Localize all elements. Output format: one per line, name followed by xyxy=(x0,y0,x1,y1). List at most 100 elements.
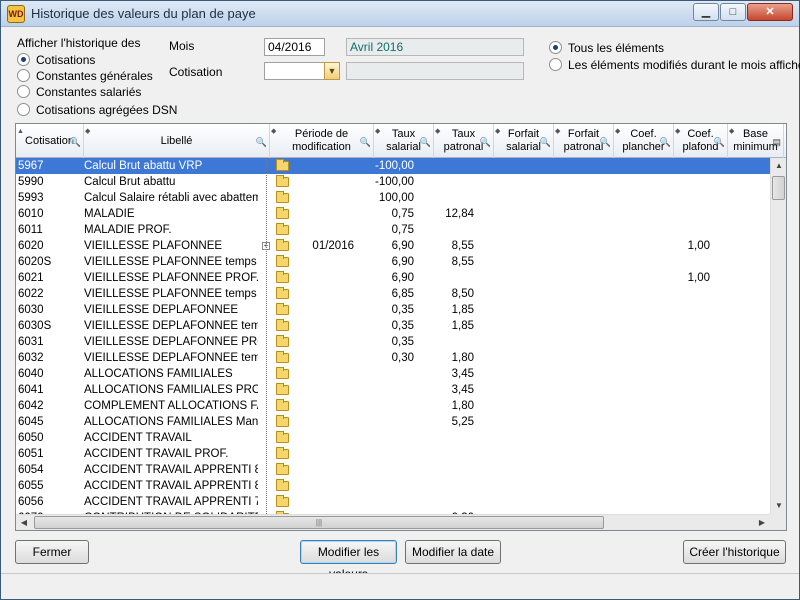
close-icon[interactable]: ✕ xyxy=(747,3,793,21)
search-icon[interactable]: 🔍 xyxy=(660,136,671,149)
column-header-taux-patronal[interactable]: ◆ Taux patronal 🔍 xyxy=(434,124,494,158)
minimize-icon[interactable]: ▁ xyxy=(693,3,719,21)
search-icon[interactable]: 🔍 xyxy=(540,136,551,149)
column-header-coef-plafond[interactable]: ◆ Coef. plafond 🔍 xyxy=(674,124,728,158)
sort-icon[interactable]: ◆ xyxy=(85,125,90,138)
table-row[interactable]: 5990 Calcul Brut abattu -100,00 xyxy=(16,174,770,190)
table-row[interactable]: 6030S VIEILLESSE DEPLAFONNEE temps 0,35 1,8… xyxy=(16,318,770,334)
search-icon[interactable]: 🔍 xyxy=(256,136,267,149)
folder-icon[interactable] xyxy=(276,175,289,187)
folder-icon[interactable] xyxy=(276,191,289,203)
radio-icon[interactable] xyxy=(549,58,562,72)
folder-icon[interactable] xyxy=(276,447,289,459)
radio-constantes-salaries[interactable]: Constantes salariés xyxy=(17,84,141,100)
folder-icon[interactable] xyxy=(276,319,289,331)
table-row[interactable]: 6021 VIEILLESSE PLAFONNEE PROF. 6,90 1,00 xyxy=(16,270,770,286)
folder-icon[interactable] xyxy=(276,415,289,427)
column-header-coef-plancher[interactable]: ◆ Coef. plancher 🔍 xyxy=(614,124,674,158)
table-row[interactable]: 6020 VIEILLESSE PLAFONNEE 01/2016 6,90 8,55 1… xyxy=(16,238,770,254)
creer-historique-button[interactable]: Créer l'historique xyxy=(683,540,786,564)
scroll-up-icon[interactable]: ▲ xyxy=(771,158,786,174)
column-header-libelle[interactable]: ◆ Libellé 🔍 xyxy=(84,124,270,158)
table-row[interactable]: 6040 ALLOCATIONS FAMILIALES 3,45 xyxy=(16,366,770,382)
maximize-icon[interactable]: □ xyxy=(720,3,746,21)
sort-icon[interactable]: ◆ xyxy=(615,125,620,138)
search-icon[interactable]: 🔍 xyxy=(70,136,81,149)
table-row[interactable]: 6056 ACCIDENT TRAVAIL APPRENTI 79 xyxy=(16,494,770,510)
folder-icon[interactable] xyxy=(276,495,289,507)
sort-icon[interactable]: ◆ xyxy=(375,125,380,138)
sort-icon[interactable]: ◆ xyxy=(271,125,276,138)
search-icon[interactable]: 🔍 xyxy=(420,136,431,149)
table-row[interactable]: 6030 VIEILLESSE DEPLAFONNEE 0,35 1,85 xyxy=(16,302,770,318)
radio-checked-icon[interactable] xyxy=(17,53,30,67)
table-row[interactable]: 6031 VIEILLESSE DEPLAFONNEE PROF 0,35 xyxy=(16,334,770,350)
table-row[interactable]: 6041 ALLOCATIONS FAMILIALES PROF. 3,45 xyxy=(16,382,770,398)
table-row[interactable]: 6020S VIEILLESSE PLAFONNEE temps pa 6,90 8,… xyxy=(16,254,770,270)
radio-icon[interactable] xyxy=(17,85,30,99)
table-row[interactable]: 6032 VIEILLESSE DEPLAFONNEE temps 0,30 1,80 xyxy=(16,350,770,366)
radio-icon[interactable] xyxy=(17,103,30,117)
search-icon[interactable]: 🔍 xyxy=(480,136,491,149)
table-row[interactable]: 6054 ACCIDENT TRAVAIL APPRENTI 87 xyxy=(16,462,770,478)
table-row[interactable]: 6055 ACCIDENT TRAVAIL APPRENTI 87 xyxy=(16,478,770,494)
column-header-periode[interactable]: ◆ Période de modification 🔍 xyxy=(270,124,374,158)
folder-icon[interactable] xyxy=(276,239,289,251)
chevron-down-icon[interactable]: ▼ xyxy=(324,62,340,80)
scrollbar-thumb[interactable]: ||| xyxy=(34,516,604,529)
table-row[interactable]: 6042 COMPLEMENT ALLOCATIONS FAM 1,80 xyxy=(16,398,770,414)
column-header-taux-salarial[interactable]: ◆ Taux salarial 🔍 xyxy=(374,124,434,158)
folder-icon[interactable] xyxy=(276,463,289,475)
folder-icon[interactable] xyxy=(276,159,289,171)
search-icon[interactable]: 🔍 xyxy=(360,136,371,149)
radio-checked-icon[interactable] xyxy=(549,41,562,55)
table-row[interactable]: 5993 Calcul Salaire rétabli avec abatteme… xyxy=(16,190,770,206)
folder-icon[interactable] xyxy=(276,271,289,283)
table-row[interactable]: 6011 MALADIE PROF. 0,75 xyxy=(16,222,770,238)
table-row[interactable]: 6022 VIEILLESSE PLAFONNEE temps pa 6,85 8,5… xyxy=(16,286,770,302)
table-row[interactable]: 6010 MALADIE 0,75 12,84 xyxy=(16,206,770,222)
sort-asc-icon[interactable]: ▲ xyxy=(17,125,24,138)
history-table[interactable]: ▲ Cotisation 🔍 ◆ Libellé 🔍 ◆ Période de … xyxy=(15,123,787,531)
table-options-icon[interactable]: ▤ xyxy=(772,136,781,149)
column-header-forfait-patronal[interactable]: ◆ Forfait patronal 🔍 xyxy=(554,124,614,158)
table-row[interactable]: 6050 ACCIDENT TRAVAIL xyxy=(16,430,770,446)
modifier-valeurs-button[interactable]: Modifier les valeurs xyxy=(300,540,397,581)
scroll-left-icon[interactable]: ◀ xyxy=(16,515,32,530)
cotisation-combo[interactable] xyxy=(264,62,326,80)
folder-icon[interactable] xyxy=(276,255,289,267)
folder-icon[interactable] xyxy=(276,383,289,395)
horizontal-scrollbar[interactable]: ◀ ||| ▶ xyxy=(16,514,770,530)
folder-icon[interactable] xyxy=(276,367,289,379)
sort-icon[interactable]: ◆ xyxy=(555,125,560,138)
column-header-base-minimum[interactable]: ◆ Base minimum ▤ xyxy=(728,124,784,158)
sort-icon[interactable]: ◆ xyxy=(675,125,680,138)
folder-icon[interactable] xyxy=(276,431,289,443)
table-row[interactable]: 6045 ALLOCATIONS FAMILIALES Manda 5,25 xyxy=(16,414,770,430)
table-row[interactable]: 6051 ACCIDENT TRAVAIL PROF. xyxy=(16,446,770,462)
radio-cotisations-dsn[interactable]: Cotisations agrégées DSN xyxy=(17,102,177,118)
scroll-right-icon[interactable]: ▶ xyxy=(754,515,770,530)
folder-icon[interactable] xyxy=(276,351,289,363)
radio-elements-modifies[interactable]: Les éléments modifiés durant le mois aff… xyxy=(549,57,800,73)
scrollbar-thumb[interactable] xyxy=(772,176,785,200)
sort-icon[interactable]: ◆ xyxy=(729,125,734,138)
radio-cotisations[interactable]: Cotisations xyxy=(17,52,95,68)
table-row[interactable]: 5967 Calcul Brut abattu VRP -100,00 xyxy=(16,158,770,174)
modifier-date-button[interactable]: Modifier la date xyxy=(405,540,501,564)
column-header-cotisation[interactable]: ▲ Cotisation 🔍 xyxy=(16,124,84,158)
folder-icon[interactable] xyxy=(276,303,289,315)
folder-icon[interactable] xyxy=(276,207,289,219)
mois-input[interactable]: 04/2016 xyxy=(264,38,325,56)
fermer-button[interactable]: Fermer xyxy=(15,540,89,564)
search-icon[interactable]: 🔍 xyxy=(714,136,725,149)
folder-icon[interactable] xyxy=(276,223,289,235)
radio-tous-elements[interactable]: Tous les éléments xyxy=(549,40,664,56)
search-icon[interactable]: 🔍 xyxy=(600,136,611,149)
vertical-scrollbar[interactable]: ▲ ▼ xyxy=(770,158,786,514)
folder-icon[interactable] xyxy=(276,287,289,299)
radio-constantes-generales[interactable]: Constantes générales xyxy=(17,68,153,84)
column-header-forfait-salarial[interactable]: ◆ Forfait salarial 🔍 xyxy=(494,124,554,158)
scroll-down-icon[interactable]: ▼ xyxy=(771,498,786,514)
sort-icon[interactable]: ◆ xyxy=(495,125,500,138)
